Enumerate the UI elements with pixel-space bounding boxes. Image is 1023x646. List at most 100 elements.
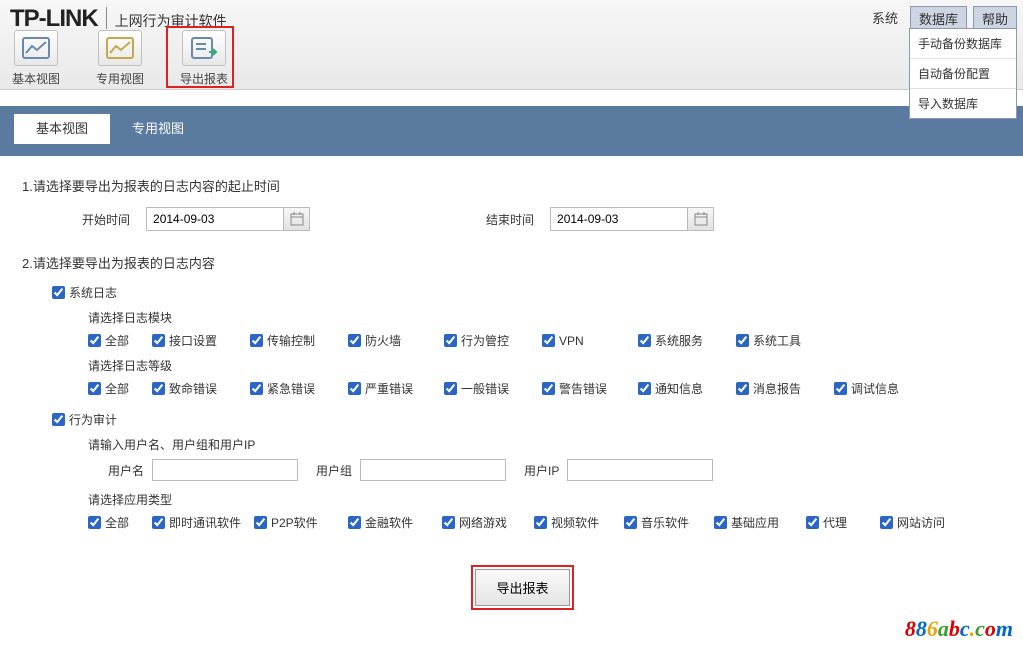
checkbox-module-svc[interactable]: [638, 334, 651, 347]
checkbox-app-music[interactable]: [624, 516, 637, 529]
checkbox-module-tool[interactable]: [736, 334, 749, 347]
username-input[interactable]: [152, 459, 298, 481]
main-content: 1.请选择要导出为报表的日志内容的起止时间 开始时间 结束时间 2.请选择要导出…: [0, 156, 1023, 630]
userip-input[interactable]: [567, 459, 713, 481]
level-notice-label: 通知信息: [655, 380, 703, 397]
toolbar-basic-label: 基本视图: [12, 70, 60, 87]
tab-dedicated[interactable]: 专用视图: [110, 114, 206, 144]
checkbox-app-fin[interactable]: [348, 516, 361, 529]
start-time-label: 开始时间: [82, 211, 130, 228]
tabs-row: 基本视图 专用视图: [0, 106, 1023, 144]
checkbox-level-general[interactable]: [444, 382, 457, 395]
checkbox-module-vpn[interactable]: [542, 334, 555, 347]
calendar-icon: [694, 212, 708, 226]
usergroup-label: 用户组: [316, 462, 352, 479]
export-button-highlight: 导出报表: [471, 565, 573, 610]
tab-basic[interactable]: 基本视图: [14, 114, 110, 144]
checkbox-level-notice[interactable]: [638, 382, 651, 395]
end-time-calendar-button[interactable]: [688, 207, 714, 231]
date-row: 开始时间 结束时间: [82, 207, 1023, 231]
export-button-wrap: 导出报表: [22, 565, 1023, 610]
checkbox-app-game[interactable]: [442, 516, 455, 529]
dropdown-item-import[interactable]: 导入数据库: [910, 89, 1016, 118]
checkbox-syslog[interactable]: [52, 286, 65, 299]
app-all-label: 全部: [105, 514, 129, 531]
toolbar-dedicated-view[interactable]: 专用视图: [92, 30, 148, 87]
level-fatal-label: 致命错误: [169, 380, 217, 397]
level-msg-label: 消息报告: [753, 380, 801, 397]
usergroup-input[interactable]: [360, 459, 506, 481]
user-title: 请输入用户名、用户组和用户IP: [88, 436, 1023, 453]
level-title: 请选择日志等级: [88, 357, 1023, 374]
basic-view-icon: [14, 30, 58, 66]
checkbox-level-urgent[interactable]: [250, 382, 263, 395]
module-iface-label: 接口设置: [169, 332, 217, 349]
menu-system[interactable]: 系统: [866, 6, 904, 31]
module-trans-label: 传输控制: [267, 332, 315, 349]
module-all-label: 全部: [105, 332, 129, 349]
toolbar-basic-view[interactable]: 基本视图: [8, 30, 64, 87]
app-game-label: 网络游戏: [459, 514, 507, 531]
watermark: 886abc.com: [905, 616, 1013, 642]
checkbox-level-debug[interactable]: [834, 382, 847, 395]
section1-title: 1.请选择要导出为报表的日志内容的起止时间: [22, 176, 1023, 195]
app-proxy-label: 代理: [823, 514, 847, 531]
toolbar-export-highlight: [166, 26, 234, 88]
dropdown-item-auto-backup[interactable]: 自动备份配置: [910, 59, 1016, 89]
module-title: 请选择日志模块: [88, 309, 1023, 326]
checkbox-level-fatal[interactable]: [152, 382, 165, 395]
checkbox-module-fw[interactable]: [348, 334, 361, 347]
toolbar-dedicated-label: 专用视图: [96, 70, 144, 87]
checkbox-app-video[interactable]: [534, 516, 547, 529]
apptype-row: 全部 即时通讯软件 P2P软件 金融软件 网络游戏 视频软件 音乐软件 基础应用…: [88, 514, 1023, 531]
app-p2p-label: P2P软件: [271, 514, 318, 531]
level-all-label: 全部: [105, 380, 129, 397]
app-im-label: 即时通讯软件: [169, 514, 241, 531]
database-dropdown: 手动备份数据库 自动备份配置 导入数据库: [909, 28, 1017, 119]
apptype-title: 请选择应用类型: [88, 491, 1023, 508]
checkbox-app-web[interactable]: [880, 516, 893, 529]
module-row: 全部 接口设置 传输控制 防火墙 行为管控 VPN 系统服务 系统工具: [88, 332, 1023, 349]
level-alert-label: 警告错误: [559, 380, 607, 397]
app-video-label: 视频软件: [551, 514, 599, 531]
userip-label: 用户IP: [524, 462, 559, 479]
checkbox-app-proxy[interactable]: [806, 516, 819, 529]
export-report-button[interactable]: 导出报表: [475, 569, 569, 606]
module-tool-label: 系统工具: [753, 332, 801, 349]
app-web-label: 网站访问: [897, 514, 945, 531]
calendar-icon: [290, 212, 304, 226]
start-time-input[interactable]: [146, 207, 284, 231]
logo-separator: [106, 7, 107, 29]
app-base-label: 基础应用: [731, 514, 779, 531]
tabs-underline: [0, 144, 1023, 156]
module-behav-label: 行为管控: [461, 332, 509, 349]
level-urgent-label: 紧急错误: [267, 380, 315, 397]
checkbox-module-iface[interactable]: [152, 334, 165, 347]
audit-label: 行为审计: [69, 411, 117, 428]
level-general-label: 一般错误: [461, 380, 509, 397]
checkbox-level-msg[interactable]: [736, 382, 749, 395]
module-fw-label: 防火墙: [365, 332, 401, 349]
checkbox-module-all[interactable]: [88, 334, 101, 347]
checkbox-level-alert[interactable]: [542, 382, 555, 395]
checkbox-audit[interactable]: [52, 413, 65, 426]
start-time-calendar-button[interactable]: [284, 207, 310, 231]
dropdown-item-manual-backup[interactable]: 手动备份数据库: [910, 29, 1016, 59]
checkbox-level-severe[interactable]: [348, 382, 361, 395]
user-row: 用户名 用户组 用户IP: [108, 459, 1023, 481]
checkbox-app-base[interactable]: [714, 516, 727, 529]
checkbox-module-trans[interactable]: [250, 334, 263, 347]
checkbox-module-behav[interactable]: [444, 334, 457, 347]
checkbox-level-all[interactable]: [88, 382, 101, 395]
end-time-input[interactable]: [550, 207, 688, 231]
brand-logo: TP-LINK: [10, 5, 98, 33]
dedicated-view-icon: [98, 30, 142, 66]
checkbox-app-all[interactable]: [88, 516, 101, 529]
level-severe-label: 严重错误: [365, 380, 413, 397]
username-label: 用户名: [108, 462, 144, 479]
checkbox-app-p2p[interactable]: [254, 516, 267, 529]
checkbox-app-im[interactable]: [152, 516, 165, 529]
module-svc-label: 系统服务: [655, 332, 703, 349]
level-row: 全部 致命错误 紧急错误 严重错误 一般错误 警告错误 通知信息 消息报告 调试…: [88, 380, 1023, 397]
app-fin-label: 金融软件: [365, 514, 413, 531]
